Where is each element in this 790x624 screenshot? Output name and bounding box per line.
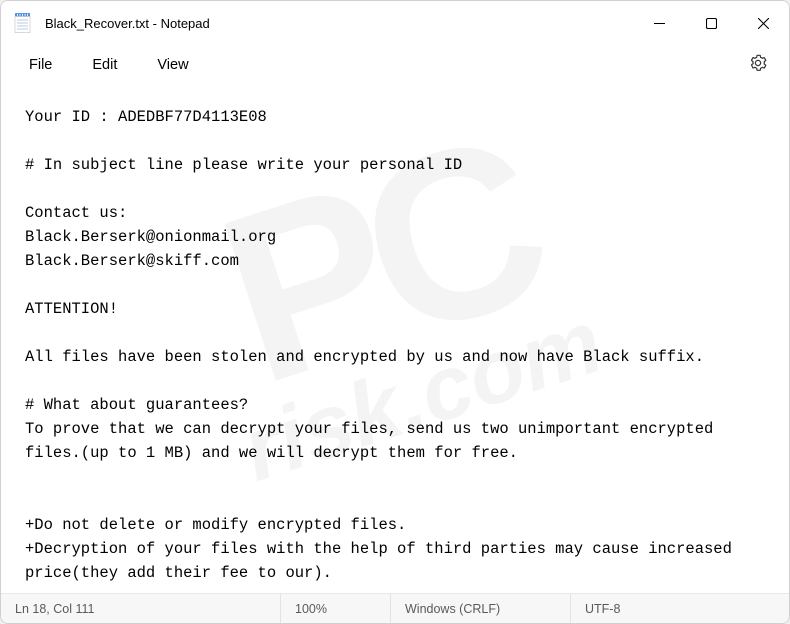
window-title: Black_Recover.txt - Notepad: [45, 16, 633, 31]
status-position: Ln 18, Col 111: [1, 594, 281, 623]
status-zoom: 100%: [281, 594, 391, 623]
notepad-window: Black_Recover.txt - Notepad File Edit Vi…: [0, 0, 790, 624]
minimize-icon: [654, 18, 665, 29]
maximize-button[interactable]: [685, 1, 737, 45]
settings-button[interactable]: [735, 48, 781, 83]
text-content[interactable]: Your ID : ADEDBF77D4113E08 # In subject …: [1, 85, 789, 593]
menu-file[interactable]: File: [9, 51, 72, 79]
window-controls: [633, 1, 789, 45]
gear-icon: [749, 54, 767, 72]
status-eol: Windows (CRLF): [391, 594, 571, 623]
statusbar: Ln 18, Col 111 100% Windows (CRLF) UTF-8: [1, 593, 789, 623]
menu-items: File Edit View: [9, 51, 209, 79]
menu-view[interactable]: View: [137, 51, 208, 79]
maximize-icon: [706, 18, 717, 29]
close-icon: [758, 18, 769, 29]
titlebar: Black_Recover.txt - Notepad: [1, 1, 789, 45]
minimize-button[interactable]: [633, 1, 685, 45]
close-button[interactable]: [737, 1, 789, 45]
status-encoding: UTF-8: [571, 594, 789, 623]
menu-edit[interactable]: Edit: [72, 51, 137, 79]
menubar: File Edit View: [1, 45, 789, 85]
notepad-icon: [13, 13, 31, 33]
